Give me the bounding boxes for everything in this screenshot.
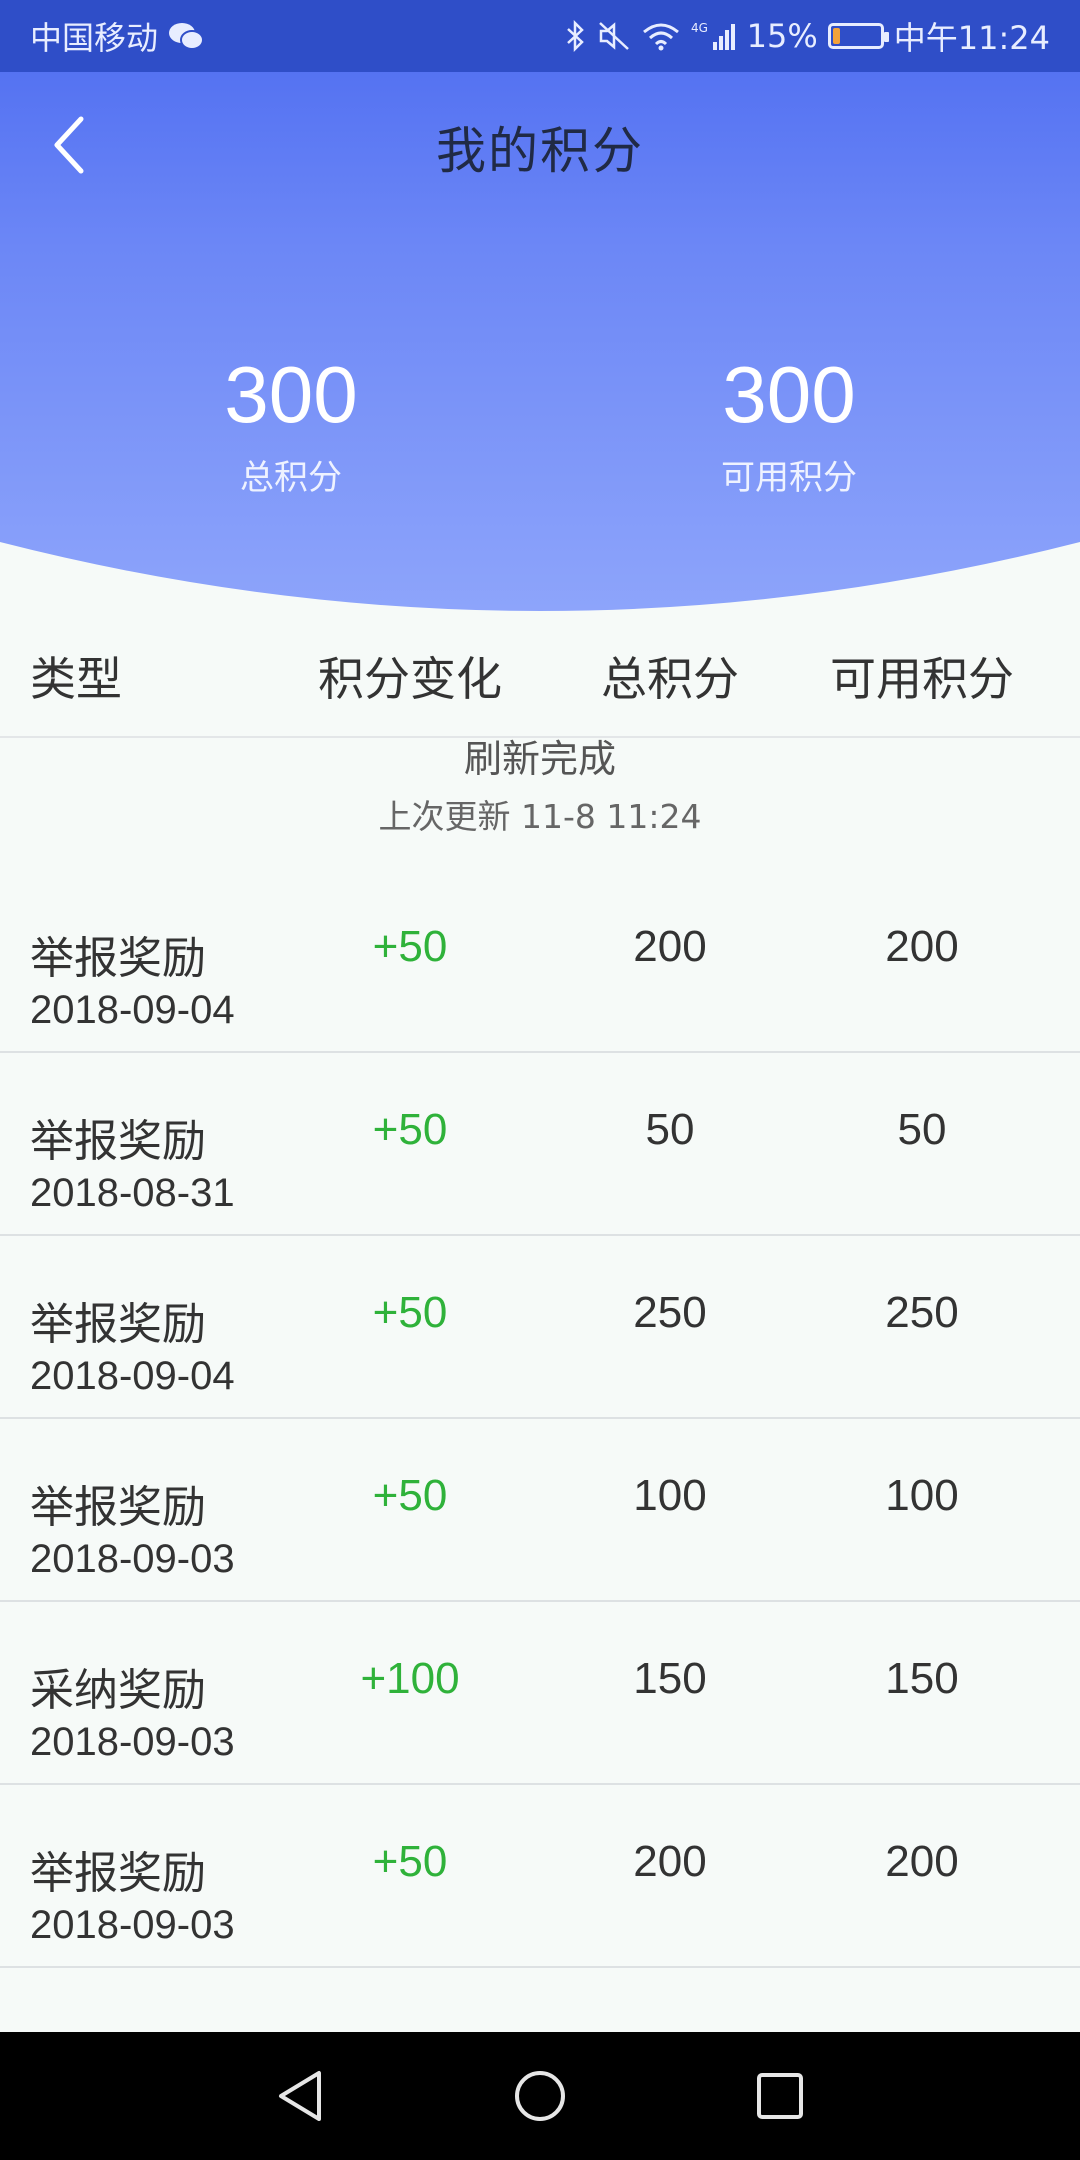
record-change: +100 — [360, 1654, 460, 1703]
signal-icon: 4G — [691, 20, 737, 52]
nav-recents-button[interactable] — [735, 2051, 825, 2141]
record-change: +50 — [372, 1105, 448, 1154]
record-available: 150 — [885, 1654, 959, 1703]
record-type: 举报奖励 — [30, 933, 206, 984]
header-available: 可用积分 — [830, 652, 1014, 706]
status-bar: 中国移动 4G 15% 中午11:24 — [0, 0, 1080, 72]
record-change: +50 — [372, 922, 448, 971]
total-points-label: 总积分 — [240, 458, 342, 498]
header-type: 类型 — [30, 652, 122, 706]
available-points: 300 可用积分 — [619, 350, 959, 499]
hero-curve-decoration — [0, 542, 1080, 620]
record-date: 2018-09-04 — [30, 988, 235, 1032]
header-change: 积分变化 — [318, 652, 502, 706]
record-change: +50 — [372, 1288, 448, 1337]
points-summary: 300 总积分 300 可用积分 — [0, 350, 1080, 500]
points-record-list[interactable]: 举报奖励 2018-09-04 +50 200 200 举报奖励 2018-08… — [0, 870, 1080, 1968]
table-header: 类型 积分变化 总积分 可用积分 — [0, 620, 1080, 738]
carrier-name: 中国移动 — [30, 19, 159, 57]
page-title: 我的积分 — [436, 122, 644, 180]
table-row[interactable]: 采纳奖励 2018-09-03 +100 150 150 — [0, 1602, 1080, 1785]
total-points-value: 300 — [224, 350, 358, 439]
record-change: +50 — [372, 1837, 448, 1886]
mute-icon — [597, 20, 631, 52]
record-available: 100 — [885, 1471, 959, 1520]
record-available: 50 — [897, 1105, 947, 1154]
recents-square-icon — [757, 2073, 803, 2119]
record-type: 举报奖励 — [30, 1482, 206, 1533]
record-type: 举报奖励 — [30, 1116, 206, 1167]
available-points-label: 可用积分 — [721, 458, 857, 498]
battery-percent: 15% — [746, 17, 818, 55]
status-right: 4G 15% 中午11:24 — [565, 13, 1050, 59]
system-nav-bar — [0, 2032, 1080, 2160]
record-date: 2018-09-03 — [30, 1720, 235, 1764]
table-row[interactable]: 举报奖励 2018-09-03 +50 100 100 — [0, 1419, 1080, 1602]
record-type: 采纳奖励 — [30, 1665, 206, 1716]
bluetooth-icon — [565, 20, 587, 52]
refresh-status: 刷新完成 — [463, 737, 616, 781]
record-available: 250 — [885, 1288, 959, 1337]
wechat-icon — [168, 21, 205, 51]
network-type: 4G — [691, 21, 708, 35]
wifi-icon — [641, 20, 681, 52]
points-screen: 中国移动 4G 15% 中午11:24 我的积分 300 总积分 300 可用积… — [0, 0, 1080, 2160]
back-triangle-icon — [279, 2071, 321, 2121]
record-date: 2018-09-03 — [30, 1537, 235, 1581]
record-date: 2018-09-04 — [30, 1354, 235, 1398]
battery-icon — [827, 23, 889, 49]
chevron-left-icon — [54, 116, 84, 174]
points-hero: 中国移动 4G 15% 中午11:24 我的积分 300 总积分 300 可用积… — [0, 0, 1080, 620]
nav-back-button[interactable] — [255, 2051, 345, 2141]
table-row[interactable]: 举报奖励 2018-08-31 +50 50 50 — [0, 1053, 1080, 1236]
back-button[interactable] — [34, 110, 104, 180]
total-points: 300 总积分 — [121, 350, 461, 499]
available-points-value: 300 — [722, 350, 856, 439]
home-circle-icon — [515, 2071, 565, 2121]
record-type: 举报奖励 — [30, 1848, 206, 1899]
refresh-last-update: 上次更新 11-8 11:24 — [378, 797, 702, 836]
record-available: 200 — [885, 1837, 959, 1886]
record-date: 2018-09-03 — [30, 1903, 235, 1947]
app-header: 我的积分 — [0, 72, 1080, 222]
record-date: 2018-08-31 — [30, 1171, 235, 1215]
clock: 中午11:24 — [893, 19, 1050, 57]
nav-home-button[interactable] — [495, 2051, 585, 2141]
status-left: 中国移动 — [30, 13, 205, 59]
refresh-indicator: 刷新完成 上次更新 11-8 11:24 — [0, 737, 1080, 860]
table-row[interactable]: 举报奖励 2018-09-04 +50 250 250 — [0, 1236, 1080, 1419]
table-row[interactable]: 举报奖励 2018-09-03 +50 200 200 — [0, 1785, 1080, 1968]
record-type: 举报奖励 — [30, 1299, 206, 1350]
table-row[interactable]: 举报奖励 2018-09-04 +50 200 200 — [0, 870, 1080, 1053]
record-change: +50 — [372, 1471, 448, 1520]
record-available: 200 — [885, 922, 959, 971]
